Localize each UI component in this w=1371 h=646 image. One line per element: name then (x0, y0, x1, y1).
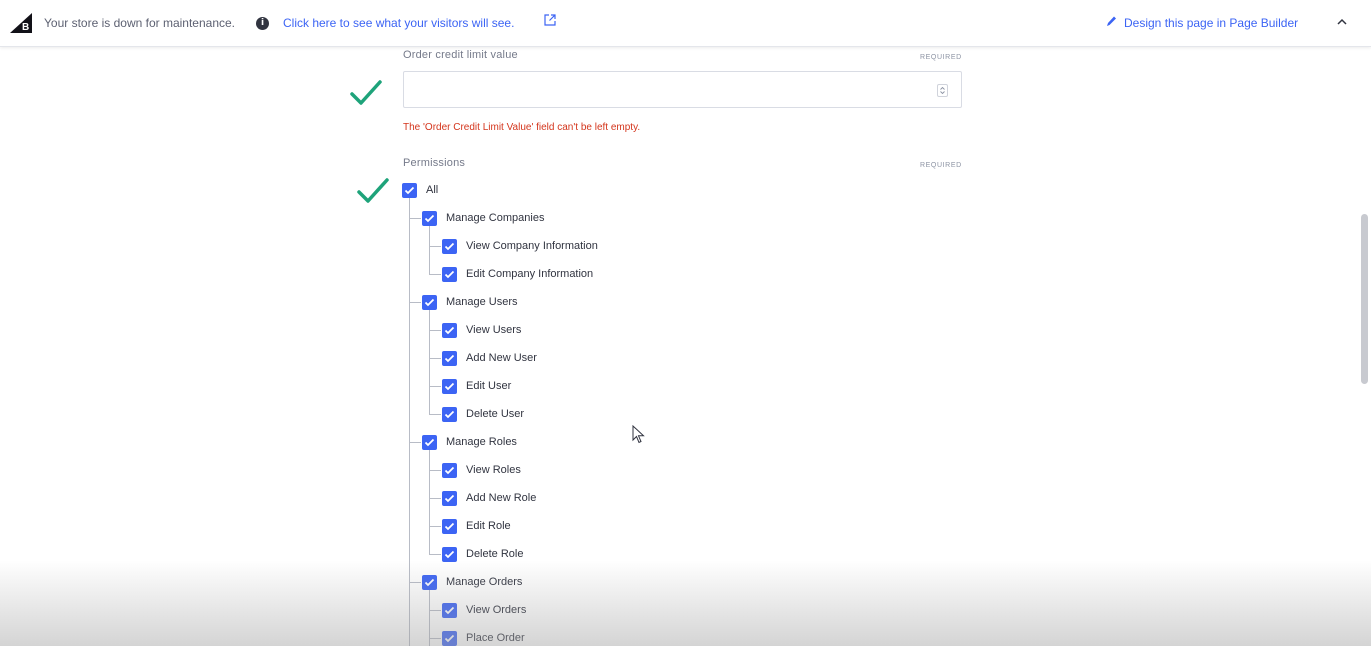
tree-line (429, 310, 430, 414)
checkbox-checked-icon[interactable] (422, 210, 437, 226)
checkbox-checked-icon[interactable] (442, 322, 457, 338)
permission-label: Manage Users (446, 296, 518, 308)
tree-line (429, 554, 441, 555)
tree-line (429, 358, 441, 359)
tree-line (429, 610, 441, 611)
checkbox-checked-icon[interactable] (422, 294, 437, 310)
checkbox-checked-icon[interactable] (402, 182, 417, 198)
checkbox-checked-icon[interactable] (442, 406, 457, 422)
permission-label: View Roles (466, 464, 521, 476)
permission-label: View Company Information (466, 240, 598, 252)
permission-delete-role[interactable]: Delete Role (442, 546, 523, 562)
permission-edit-company-information[interactable]: Edit Company Information (442, 266, 593, 282)
checkbox-checked-icon[interactable] (442, 266, 457, 282)
permission-label: Delete User (466, 408, 525, 420)
checkbox-checked-icon[interactable] (442, 378, 457, 394)
permissions-required: REQUIRED (920, 162, 962, 169)
page-builder-link[interactable]: Design this page in Page Builder (1124, 16, 1298, 30)
svg-text:B: B (22, 22, 29, 33)
permission-view-orders[interactable]: View Orders (442, 602, 526, 618)
permission-label: Edit Company Information (466, 268, 594, 280)
tree-line (429, 498, 441, 499)
checkbox-checked-icon[interactable] (442, 602, 457, 618)
checkbox-checked-icon[interactable] (442, 462, 457, 478)
tree-line (429, 386, 441, 387)
permission-manage-users[interactable]: Manage Users (422, 294, 518, 310)
tree-line (429, 526, 441, 527)
tree-line (429, 470, 441, 471)
maintenance-banner: B Your store is down for maintenance. i … (0, 0, 1371, 47)
permissions-label: Permissions (403, 157, 466, 169)
permission-label: Place Order (466, 632, 525, 644)
tree-line (429, 246, 441, 247)
tree-line (429, 274, 441, 275)
tree-line (429, 330, 441, 331)
permission-label: View Users (466, 324, 522, 336)
permission-add-new-user[interactable]: Add New User (442, 350, 537, 366)
pencil-icon[interactable] (1106, 15, 1117, 27)
tree-line (409, 198, 410, 646)
checkbox-checked-icon[interactable] (422, 574, 437, 590)
permission-all[interactable]: All (402, 182, 438, 198)
checkbox-checked-icon[interactable] (422, 434, 437, 450)
checkbox-checked-icon[interactable] (442, 490, 457, 506)
stepper-icon[interactable] (937, 84, 948, 97)
permission-label: Manage Orders (446, 576, 523, 588)
valid-check-icon (350, 80, 382, 105)
checkbox-checked-icon[interactable] (442, 238, 457, 254)
tree-line (409, 302, 421, 303)
permission-label: Edit User (466, 380, 512, 392)
credit-limit-input[interactable] (403, 71, 962, 108)
permission-view-users[interactable]: View Users (442, 322, 521, 338)
tree-line (429, 414, 441, 415)
permission-manage-companies[interactable]: Manage Companies (422, 210, 544, 226)
permission-manage-roles[interactable]: Manage Roles (422, 434, 517, 450)
permission-label: Manage Roles (446, 436, 517, 448)
bigcommerce-logo-icon: B (10, 13, 32, 33)
bottom-shadow-overlay (0, 560, 1371, 646)
permission-edit-role[interactable]: Edit Role (442, 518, 511, 534)
permission-label: View Orders (466, 604, 527, 616)
checkbox-checked-icon[interactable] (442, 350, 457, 366)
permission-manage-orders[interactable]: Manage Orders (422, 574, 522, 590)
info-icon[interactable]: i (256, 17, 269, 30)
permission-label: All (426, 184, 439, 196)
permission-label: Manage Companies (446, 212, 545, 224)
permission-label: Delete Role (466, 548, 524, 560)
permission-edit-user[interactable]: Edit User (442, 378, 511, 394)
permission-label: Add New Role (466, 492, 537, 504)
visitors-preview-link[interactable]: Click here to see what your visitors wil… (283, 16, 514, 30)
tree-line (409, 582, 421, 583)
page-scrollbar[interactable] (1361, 214, 1368, 384)
permission-label: Edit Role (466, 520, 511, 532)
permission-label: Add New User (466, 352, 537, 364)
credit-limit-error: The 'Order Credit Limit Value' field can… (403, 122, 641, 133)
tree-line (429, 450, 430, 554)
credit-limit-label: Order credit limit value (403, 49, 518, 61)
tree-line (429, 226, 430, 274)
permission-view-roles[interactable]: View Roles (442, 462, 521, 478)
checkbox-checked-icon[interactable] (442, 630, 457, 646)
permission-add-new-role[interactable]: Add New Role (442, 490, 536, 506)
permission-view-company-information[interactable]: View Company Information (442, 238, 598, 254)
valid-check-icon (357, 178, 389, 203)
permission-delete-user[interactable]: Delete User (442, 406, 524, 422)
tree-line (409, 218, 421, 219)
permission-place-order[interactable]: Place Order (442, 630, 525, 646)
mouse-cursor-icon (632, 425, 645, 444)
checkbox-checked-icon[interactable] (442, 518, 457, 534)
maintenance-message: Your store is down for maintenance. (44, 16, 235, 30)
chevron-up-icon[interactable] (1336, 17, 1348, 27)
tree-line (409, 442, 421, 443)
external-link-icon[interactable] (544, 14, 556, 26)
tree-line (429, 638, 441, 639)
checkbox-checked-icon[interactable] (442, 546, 457, 562)
credit-limit-required: REQUIRED (920, 54, 962, 61)
